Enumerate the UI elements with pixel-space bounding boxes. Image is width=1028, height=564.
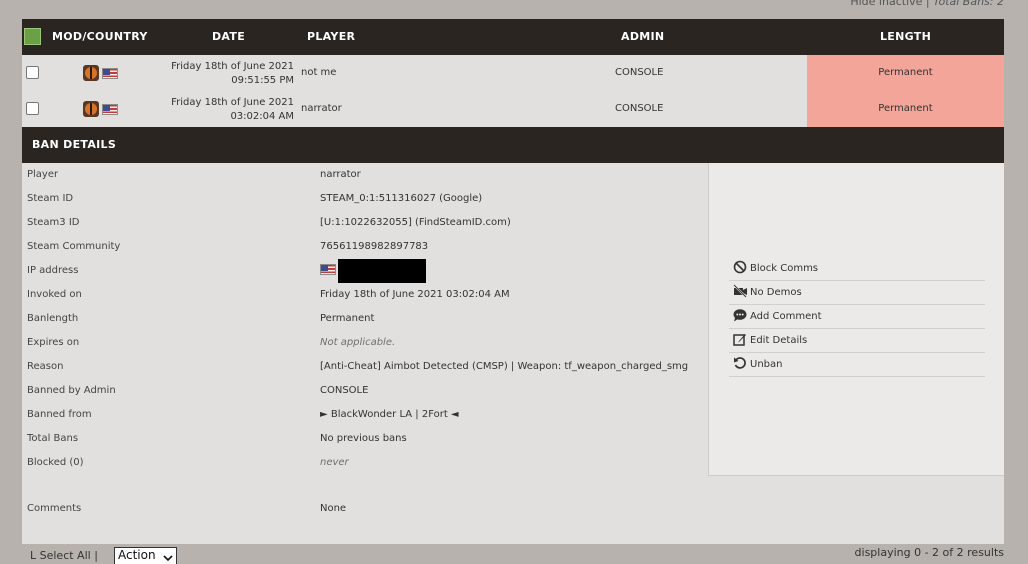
edit-icon bbox=[733, 334, 746, 346]
ban-date: Friday 18th of June 2021 09:51:55 PM bbox=[171, 61, 294, 86]
detail-reason: Reason [Anti-Cheat] Aimbot Detected (CMS… bbox=[27, 361, 689, 372]
block-comms-button[interactable]: Block Comms bbox=[729, 257, 985, 281]
ban-icon bbox=[733, 260, 747, 274]
action-select[interactable]: Action bbox=[114, 547, 177, 564]
undo-icon bbox=[734, 357, 746, 369]
us-flag-icon bbox=[320, 263, 336, 275]
select-all-checkbox[interactable] bbox=[24, 28, 41, 45]
header-mod-country[interactable]: MOD/COUNTRY bbox=[52, 19, 148, 55]
ban-details: Player narrator Steam ID STEAM_0:1:51131… bbox=[22, 163, 1004, 544]
unban-button[interactable]: Unban bbox=[729, 353, 985, 377]
table-header: MOD/COUNTRY DATE PLAYER ADMIN LENGTH bbox=[22, 19, 1004, 55]
ban-length: Permanent bbox=[807, 91, 1004, 127]
steam-id-link[interactable]: STEAM_0:1:511316027 (Google) bbox=[320, 187, 482, 211]
header-date[interactable]: DATE bbox=[212, 19, 245, 55]
header-admin[interactable]: ADMIN bbox=[621, 19, 664, 55]
player-name: narrator bbox=[301, 103, 342, 114]
detail-steam-id: Steam ID STEAM_0:1:511316027 (Google) bbox=[22, 187, 712, 211]
us-flag-icon bbox=[102, 104, 118, 115]
table-row[interactable]: Friday 18th of June 2021 03:02:04 AM narr… bbox=[22, 91, 1004, 127]
no-demos-button[interactable]: No Demos bbox=[729, 281, 985, 305]
detail-comments: Comments None bbox=[27, 503, 347, 514]
tf2-mod-icon bbox=[83, 65, 99, 81]
detail-ip-address: IP address bbox=[22, 259, 712, 283]
ban-actions-panel: Block Comms No Demos Add Comment Edit De… bbox=[708, 163, 1004, 476]
chevron-down-icon bbox=[163, 555, 173, 562]
player-name: not me bbox=[301, 67, 337, 78]
us-flag-icon bbox=[102, 68, 118, 79]
select-all-link[interactable]: L Select All | bbox=[30, 549, 98, 562]
admin-name: CONSOLE bbox=[615, 103, 664, 114]
table-row[interactable]: Friday 18th of June 2021 09:51:55 PM not … bbox=[22, 55, 1004, 91]
detail-invoked-on: Invoked on Friday 18th of June 2021 03:0… bbox=[27, 289, 510, 300]
detail-expires-on: Expires on Not applicable. bbox=[27, 337, 396, 348]
ip-redacted bbox=[338, 259, 426, 283]
steam-community-link[interactable]: 76561198982897783 bbox=[320, 235, 428, 259]
row-checkbox[interactable] bbox=[26, 66, 39, 79]
detail-steam3-id: Steam3 ID [U:1:1022632055] (FindSteamID.… bbox=[22, 211, 712, 235]
detail-total-bans: Total Bans No previous bans bbox=[27, 433, 407, 444]
tf2-mod-icon bbox=[83, 101, 99, 117]
detail-banlength: Banlength Permanent bbox=[27, 313, 375, 324]
total-bans: Total Bans: 2 bbox=[933, 0, 1004, 8]
ban-details-title: BAN DETAILS bbox=[22, 127, 1004, 163]
detail-banned-from: Banned from ► BlackWonder LA | 2Fort ◄ bbox=[27, 409, 459, 420]
header-player[interactable]: PLAYER bbox=[307, 19, 355, 55]
row-checkbox[interactable] bbox=[26, 102, 39, 115]
detail-steam-community: Steam Community 76561198982897783 bbox=[22, 235, 712, 259]
header-length[interactable]: LENGTH bbox=[880, 19, 931, 55]
comment-icon bbox=[733, 309, 747, 322]
bans-panel: MOD/COUNTRY DATE PLAYER ADMIN LENGTH Fri… bbox=[22, 19, 1004, 544]
admin-name: CONSOLE bbox=[615, 67, 664, 78]
detail-blocked: Blocked (0) never bbox=[27, 457, 349, 468]
detail-banned-by-admin: Banned by Admin CONSOLE bbox=[27, 385, 369, 396]
top-status: Hide inactive | Total Bans: 2 bbox=[850, 0, 1004, 8]
ban-length: Permanent bbox=[807, 55, 1004, 91]
steam3-id-link[interactable]: [U:1:1022632055] (FindSteamID.com) bbox=[320, 211, 511, 235]
no-video-icon bbox=[733, 284, 747, 298]
add-comment-button[interactable]: Add Comment bbox=[729, 305, 985, 329]
hide-inactive-link[interactable]: Hide inactive bbox=[850, 0, 922, 8]
results-count: displaying 0 - 2 of 2 results bbox=[854, 546, 1004, 559]
table-footer: L Select All | Action displaying 0 - 2 o… bbox=[0, 544, 1028, 564]
edit-details-button[interactable]: Edit Details bbox=[729, 329, 985, 353]
ban-date: Friday 18th of June 2021 03:02:04 AM bbox=[171, 97, 294, 122]
detail-player: Player narrator bbox=[27, 169, 361, 180]
